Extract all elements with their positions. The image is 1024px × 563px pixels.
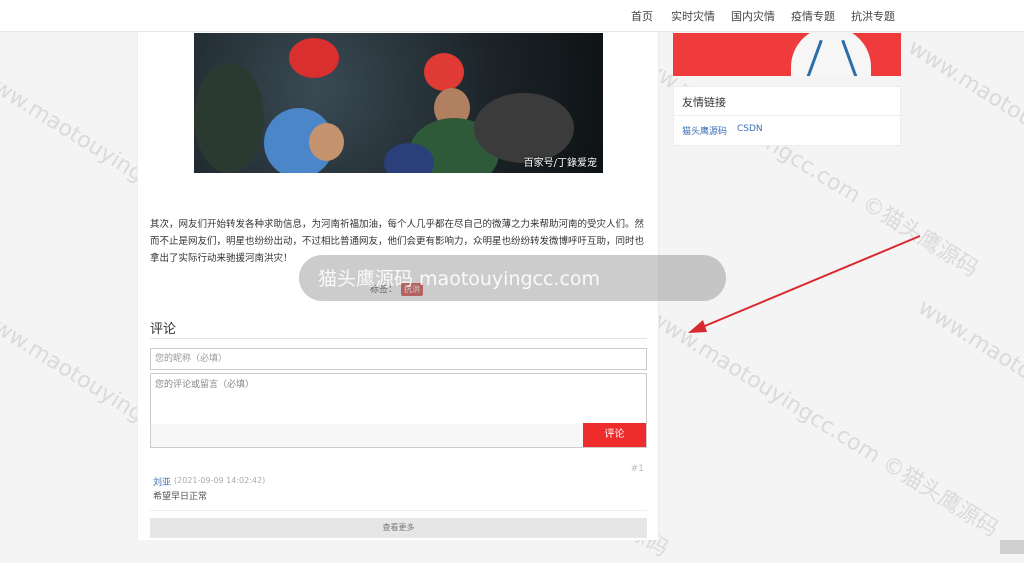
comment-floor-number: #1 bbox=[630, 464, 644, 474]
comments-heading: 评论 bbox=[150, 322, 177, 337]
article-photo: 百家号/丁錄爱宠 bbox=[194, 33, 603, 173]
watermark-text: www.maotouyingcc.com ©猫头鹰源码 bbox=[903, 35, 1024, 272]
photo-figure-shape bbox=[194, 63, 264, 173]
photo-figure-shape bbox=[474, 93, 574, 163]
photo-helmet-shape bbox=[289, 38, 339, 78]
comment-date: (2021-09-09 14:02:42) bbox=[174, 476, 266, 485]
nav-item-domestic-disaster[interactable]: 国内灾情 bbox=[731, 8, 775, 24]
nickname-input[interactable]: 您的昵称（必填） bbox=[150, 348, 647, 370]
comment-author[interactable]: 刘亚 bbox=[153, 475, 171, 488]
nav-item-realtime-disaster[interactable]: 实时灾情 bbox=[671, 8, 715, 24]
scroll-to-top-button[interactable] bbox=[1000, 540, 1024, 554]
load-more-button[interactable]: 查看更多 bbox=[150, 518, 647, 538]
watermark-text: www.maotouyingcc.com ©猫头鹰源码 bbox=[913, 295, 1024, 532]
friend-links-title: 友情链接 bbox=[682, 96, 726, 109]
divider bbox=[150, 510, 647, 511]
friend-link-csdn[interactable]: CSDN bbox=[737, 124, 763, 134]
watermark-text: www.maotouyingcc.com ©猫头鹰源码 bbox=[643, 305, 1003, 543]
friend-links-panel: 友情链接 猫头鹰源码 CSDN bbox=[673, 86, 901, 146]
friend-link-maotouying[interactable]: 猫头鹰源码 bbox=[682, 124, 727, 137]
arrow-shaft bbox=[699, 235, 921, 329]
photo-helmet-shape bbox=[424, 53, 464, 91]
photo-caption: 百家号/丁錄爱宠 bbox=[523, 158, 597, 169]
comment-form: 您的评论或留言（必填） 评论 bbox=[150, 373, 647, 448]
submit-comment-button[interactable]: 评论 bbox=[583, 423, 646, 447]
nav-item-flood-topic[interactable]: 抗洪专题 bbox=[851, 8, 895, 24]
sidebar-banner-image[interactable] bbox=[673, 33, 901, 76]
banner-figure-shape bbox=[791, 33, 871, 76]
divider bbox=[150, 338, 647, 339]
photo-face-shape bbox=[309, 123, 344, 161]
nav-item-home[interactable]: 首页 bbox=[631, 8, 653, 24]
comment-text: 希望早日正常 bbox=[153, 492, 208, 502]
divider bbox=[674, 115, 900, 116]
comment-textarea[interactable]: 您的评论或留言（必填） bbox=[151, 374, 646, 424]
arrow-head bbox=[688, 320, 707, 333]
watermark-overlay-text: 猫头鹰源码 maotouyingcc.com bbox=[318, 268, 601, 290]
top-navigation: 首页 实时灾情 国内灾情 疫情专题 抗洪专题 bbox=[0, 0, 1024, 32]
watermark-text: www.maotouyingcc.com ©猫头鹰源码 bbox=[623, 45, 983, 283]
nav-item-epidemic-topic[interactable]: 疫情专题 bbox=[791, 8, 835, 24]
